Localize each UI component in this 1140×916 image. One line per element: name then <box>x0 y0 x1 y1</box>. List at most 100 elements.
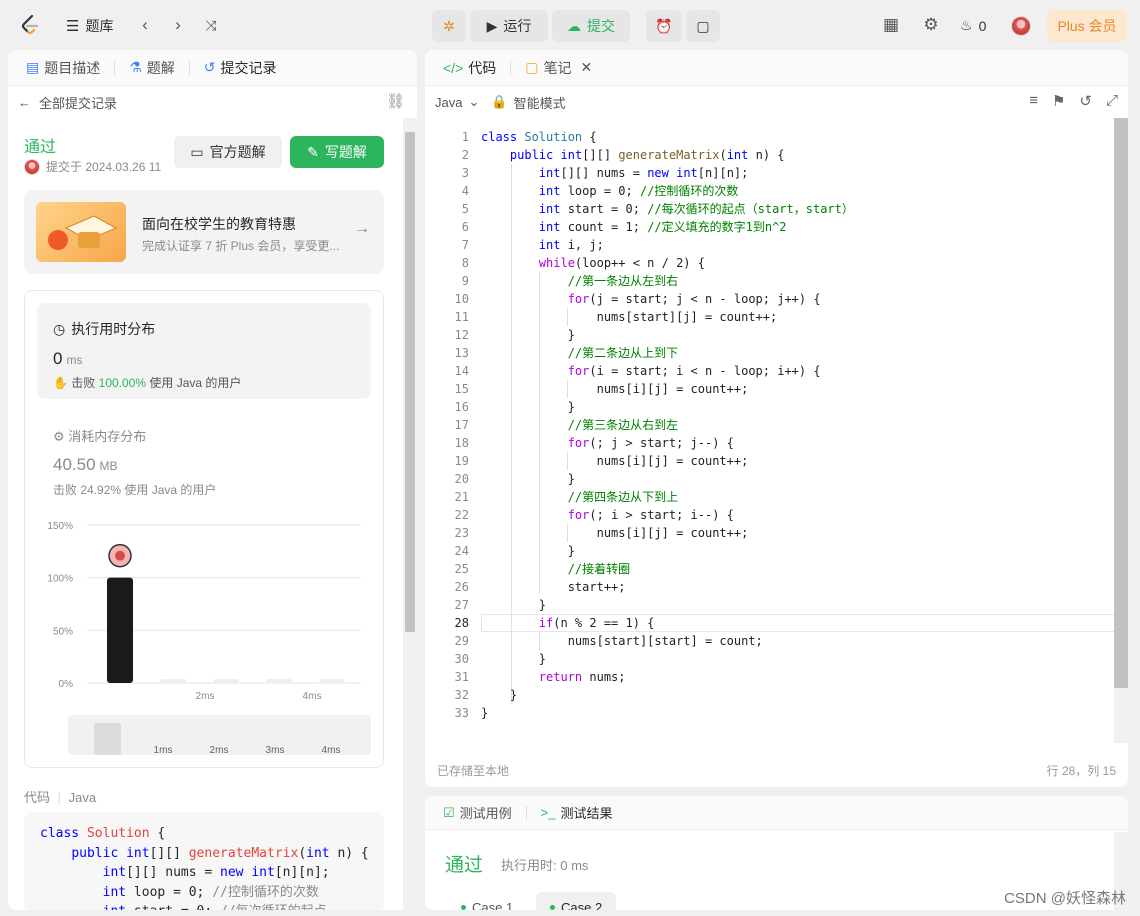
plus-membership-button[interactable]: Plus 会员 <box>1047 10 1127 42</box>
runtime-beat: ✋ 击败 100.00% 使用 Java 的用户 <box>53 374 241 391</box>
leetcode-logo[interactable] <box>18 13 42 37</box>
case-1-label: Case 1 <box>472 899 514 911</box>
link-icon[interactable]: ⛓ <box>386 92 405 110</box>
tab-submissions[interactable]: ↺ 提交记录 <box>200 58 281 78</box>
runtime-value-row: 0 ms <box>53 349 82 369</box>
alarm-clock-icon: ⏰ <box>655 17 673 34</box>
layout-button[interactable]: ▦ <box>876 10 906 40</box>
back-to-all-submissions[interactable]: ← 全部提交记录 <box>18 93 117 112</box>
submission-meta: 提交于 2024.03.26 11 <box>24 158 161 175</box>
cloud-upload-icon: ☁ <box>567 17 581 34</box>
lock-icon: 🔒 <box>491 94 508 109</box>
test-runtime: 执行用时: 0 ms <box>501 858 589 873</box>
write-solution-label: 写题解 <box>324 144 367 160</box>
prev-problem-button[interactable]: ‹ <box>130 10 160 40</box>
streak-counter[interactable]: ♨ 0 <box>960 17 986 34</box>
code-content[interactable]: class Solution { public int[][] generate… <box>481 128 854 722</box>
runtime-card[interactable]: ◷ 执行用时分布 0 ms ✋ 击败 100.00% 使用 Java 的用户 <box>37 303 371 399</box>
code-editor-panel: </> 代码 ▢ 笔记 ✕ Java ⌄ 🔒 智能模式 ≡ ⚑ ↺ ⤢ 1 2 … <box>425 50 1128 787</box>
range-selector[interactable]: 1ms 2ms 3ms 4ms <box>68 715 371 756</box>
runtime-title-label: 执行用时分布 <box>71 321 156 337</box>
user-marker-face <box>115 550 125 561</box>
tab-test-cases-label: 测试用例 <box>459 806 512 821</box>
code-editor[interactable]: 1 2 3 4 5 6 7 8 9 10 11 12 13 14 15 16 17 18 19 20 21 22 23 24 2… <box>425 124 1126 754</box>
memory-title[interactable]: ⚙ 消耗内存分布 <box>53 426 146 445</box>
pass-dot <box>550 904 555 910</box>
flask-icon: ⚗ <box>129 59 142 75</box>
list-icon: ☰ <box>66 18 80 35</box>
settings-button[interactable]: ⚙ <box>916 10 946 40</box>
submission-time: 提交于 2024.03.26 11 <box>46 160 162 174</box>
write-solution-button[interactable]: ✎ 写题解 <box>290 136 384 168</box>
left-scrollbar-thumb[interactable] <box>405 132 415 632</box>
editor-actions: ≡ ⚑ ↺ ⤢ <box>1029 92 1118 110</box>
graduation-cap-image <box>36 202 126 262</box>
runtime-title: ◷ 执行用时分布 <box>53 319 155 339</box>
tab-notes[interactable]: ▢ 笔记 ✕ <box>521 58 596 78</box>
bar-0ms <box>107 577 133 683</box>
submission-panel: ▤ 题目描述 ⚗ 题解 ↺ 提交记录 ← 全部提交记录 ⛓ 通过 提交于 202… <box>8 50 417 910</box>
smart-mode-toggle[interactable]: 🔒 智能模式 <box>491 93 565 112</box>
y-tick-label: 150% <box>47 521 73 532</box>
editor-tabbar: </> 代码 ▢ 笔记 ✕ <box>425 50 1128 86</box>
debug-button[interactable]: ✲ <box>432 10 466 42</box>
tab-description[interactable]: ▤ 题目描述 <box>22 58 104 78</box>
submission-status: 通过 <box>24 139 57 156</box>
runtime-distribution-chart: 150% 100% 50% 0% 2ms 4ms <box>47 521 361 701</box>
language-value: Java <box>435 94 463 110</box>
official-solution-button[interactable]: ▭ 官方题解 <box>174 136 282 168</box>
undo-icon[interactable]: ↺ <box>1079 92 1092 110</box>
next-problem-button[interactable]: › <box>163 10 193 40</box>
chevron-right-icon: › <box>175 15 181 34</box>
case-2-tab[interactable]: Case 2 <box>536 892 617 910</box>
smart-mode-label: 智能模式 <box>513 95 566 111</box>
user-avatar[interactable] <box>1011 16 1031 36</box>
tab-test-results-label: 测试结果 <box>560 806 613 821</box>
range-tick-label: 4ms <box>322 745 341 755</box>
history-icon: ↺ <box>203 59 216 75</box>
notes-button[interactable]: ▢ <box>686 10 720 42</box>
fire-icon: ♨ <box>960 17 973 33</box>
bookmark-icon[interactable]: ⚑ <box>1052 92 1065 110</box>
cursor-position: 行 28，列 15 <box>1046 764 1116 778</box>
code-section-label: 代码 | Java <box>24 790 97 805</box>
run-button[interactable]: ▶ 运行 <box>470 10 548 42</box>
top-bar: ☰ 题库 ‹ › ⤨ ✲ ▶ 运行 ☁ 提交 ⏰ ▢ ▦ ⚙ ♨ 0 Plus … <box>0 0 1140 50</box>
range-tick-label: 1ms <box>154 745 173 755</box>
submit-button[interactable]: ☁ 提交 <box>552 10 630 42</box>
runtime-beat-suffix: 使用 Java 的用户 <box>149 376 242 390</box>
official-solution-label: 官方题解 <box>209 144 266 160</box>
performance-stats: ◷ 执行用时分布 0 ms ✋ 击败 100.00% 使用 Java 的用户 ⚙ … <box>24 290 384 768</box>
bar-3ms <box>266 679 292 683</box>
tab-test-cases[interactable]: ☑ 测试用例 <box>439 803 516 822</box>
arrow-right-icon: → <box>354 220 370 237</box>
timer-button[interactable]: ⏰ <box>646 10 682 42</box>
case-1-tab[interactable]: Case 1 <box>447 892 527 910</box>
random-problem-button[interactable]: ⤨ <box>196 10 226 40</box>
document-icon: ▤ <box>26 59 40 75</box>
close-icon[interactable]: ✕ <box>580 59 592 76</box>
tab-code[interactable]: </> 代码 <box>439 58 500 78</box>
code-icon: </> <box>443 59 464 76</box>
editor-scrollbar-thumb[interactable] <box>1114 118 1128 688</box>
tab-test-results[interactable]: >_ 测试结果 <box>537 803 617 822</box>
y-tick-label: 50% <box>53 626 73 637</box>
tab-submissions-label: 提交记录 <box>220 59 277 76</box>
gear-icon: ⚙ <box>923 15 939 34</box>
terminal-icon: >_ <box>540 805 556 820</box>
problem-bank-link[interactable]: ☰ 题库 <box>66 16 113 36</box>
expand-icon[interactable]: ⤢ <box>1106 92 1118 110</box>
test-result-status: 通过 <box>445 855 484 876</box>
promo-banner[interactable]: 面向在校学生的教育特惠 完成认证享 7 折 Plus 会员，享受更... → <box>24 190 384 274</box>
x-tick-label: 2ms <box>196 691 215 701</box>
tab-solutions-label: 题解 <box>146 59 175 76</box>
language-select[interactable]: Java ⌄ <box>435 94 479 110</box>
bar-4ms <box>319 679 345 683</box>
memory-value-row: 40.50 MB <box>53 455 118 475</box>
code-label: 代码 <box>24 790 51 805</box>
arrow-left-icon: ← <box>18 95 31 110</box>
promo-subtitle: 完成认证享 7 折 Plus 会员，享受更... <box>142 239 340 253</box>
note-icon: ▢ <box>696 17 710 34</box>
tab-solutions[interactable]: ⚗ 题解 <box>125 58 179 78</box>
format-icon[interactable]: ≡ <box>1029 92 1038 110</box>
